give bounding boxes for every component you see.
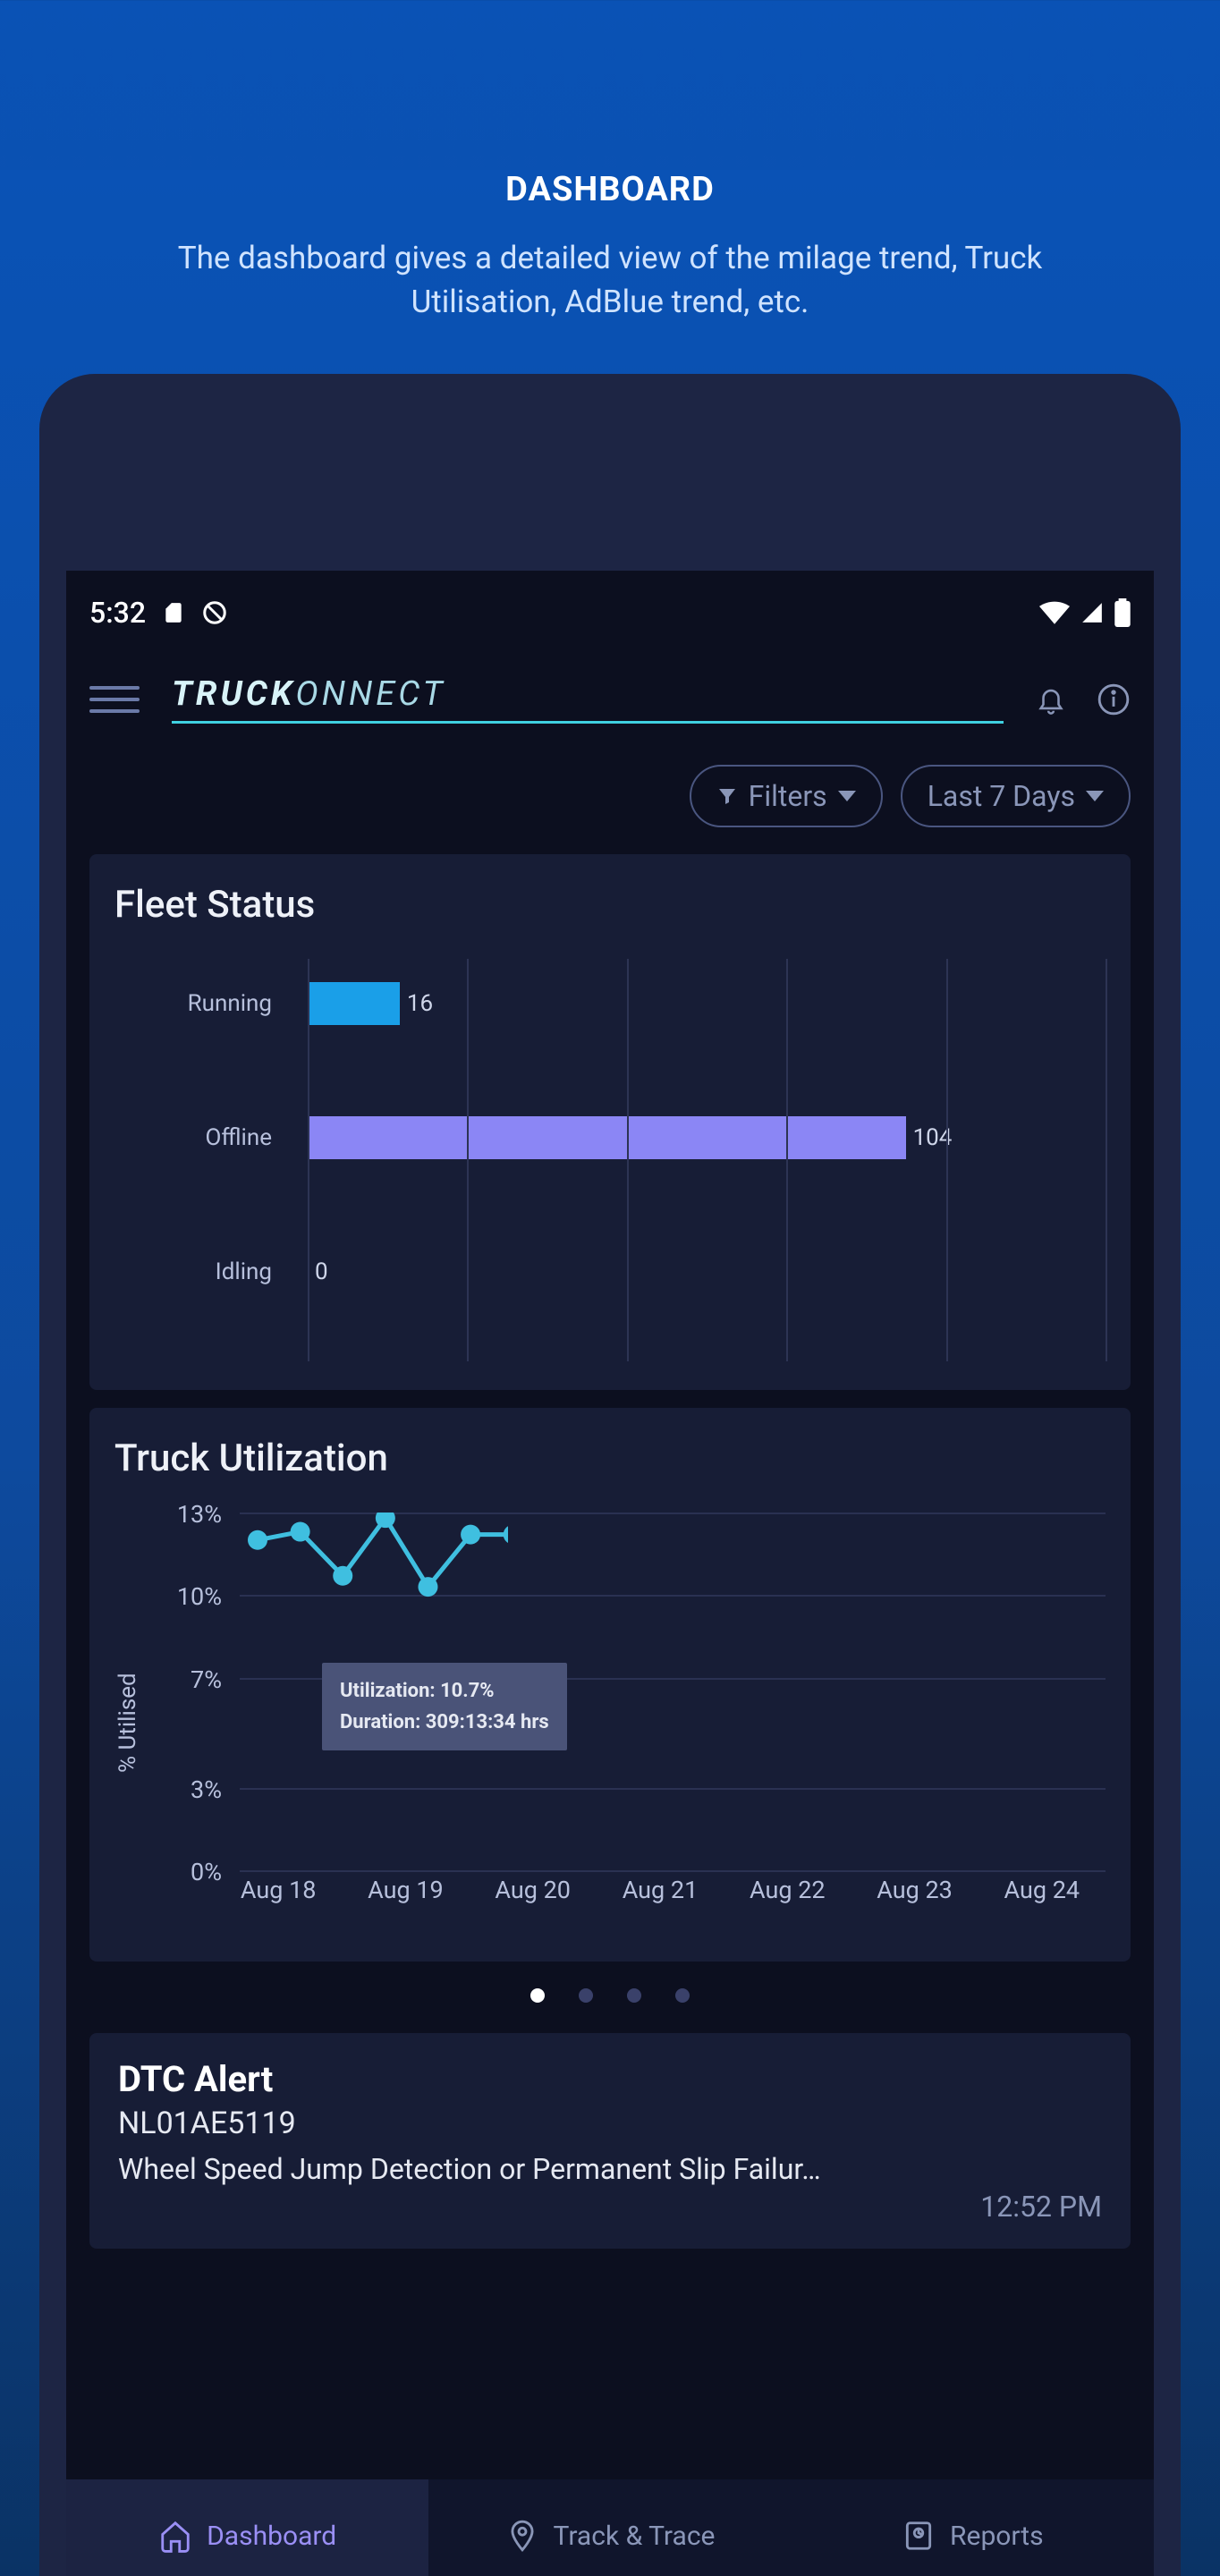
utilization-title: Truck Utilization (114, 1436, 1106, 1480)
marketing-title: DASHBOARD (0, 170, 1220, 209)
nav-reports[interactable]: Reports (792, 2479, 1154, 2576)
data-point[interactable] (461, 1525, 480, 1545)
x-tick: Aug 18 (241, 1876, 317, 1904)
date-range-label: Last 7 Days (928, 779, 1075, 813)
marketing-subtitle: The dashboard gives a detailed view of t… (142, 236, 1078, 324)
tooltip-line2: Duration: 309:13:34 hrs (340, 1707, 549, 1738)
x-tick: Aug 22 (750, 1876, 826, 1904)
chevron-down-icon (1086, 790, 1104, 802)
dtc-alert-card[interactable]: DTC Alert NL01AE5119 Wheel Speed Jump De… (89, 2033, 1131, 2249)
signal-icon (1079, 601, 1106, 624)
pager-dot-2[interactable] (579, 1988, 593, 2003)
pager-dot-4[interactable] (675, 1988, 690, 2003)
filters-button[interactable]: Filters (690, 765, 883, 827)
x-tick: Aug 24 (1004, 1876, 1080, 1904)
alert-vehicle: NL01AE5119 (118, 2106, 1102, 2141)
chart-tooltip: Utilization: 10.7% Duration: 309:13:34 h… (322, 1663, 567, 1750)
x-tick: Aug 23 (877, 1876, 953, 1904)
filters-label: Filters (749, 779, 827, 813)
y-tick: 3% (152, 1775, 234, 1804)
x-tick: Aug 19 (368, 1876, 444, 1904)
fleet-label: Offline (114, 1124, 308, 1151)
app-screen: 5:32 TRUCKONNECT Filters (66, 571, 1154, 2576)
y-tick: 0% (152, 1858, 234, 1886)
sd-card-icon (162, 599, 185, 626)
data-point[interactable] (504, 1525, 508, 1545)
y-axis-label: % Utilised (114, 1513, 141, 1933)
fleet-label: Running (114, 990, 308, 1017)
utilization-chart: 13%10%7%3%0% Utilization: 10.7% Duration… (152, 1513, 1106, 1933)
date-range-button[interactable]: Last 7 Days (901, 765, 1131, 827)
bottom-nav: Dashboard Track & Trace Reports (66, 2479, 1154, 2576)
data-point[interactable] (291, 1522, 310, 1542)
funnel-icon (716, 785, 738, 807)
chevron-down-icon (838, 790, 856, 802)
location-icon (505, 2519, 539, 2553)
report-icon (902, 2519, 936, 2553)
fleet-label: Idling (114, 1258, 308, 1285)
nav-track-trace[interactable]: Track & Trace (428, 2479, 791, 2576)
status-bar: 5:32 (66, 571, 1154, 649)
home-icon (158, 2519, 192, 2553)
fleet-status-card: Fleet Status Running16Offline104Idling0 (89, 854, 1131, 1390)
alert-time: 12:52 PM (118, 2190, 1102, 2224)
bell-icon[interactable] (1036, 682, 1066, 716)
nav-dashboard[interactable]: Dashboard (66, 2479, 428, 2576)
nav-reports-label: Reports (950, 2521, 1044, 2552)
data-point[interactable] (333, 1566, 352, 1586)
nav-track-label: Track & Trace (554, 2521, 716, 2552)
alert-title: DTC Alert (118, 2058, 1102, 2100)
nav-dashboard-label: Dashboard (207, 2521, 336, 2552)
y-tick: 10% (152, 1582, 234, 1611)
y-tick: 7% (152, 1665, 234, 1694)
fleet-chart: Running16Offline104Idling0 (114, 959, 1106, 1361)
logo-part1: TRUCK (172, 674, 295, 714)
status-time: 5:32 (89, 596, 146, 630)
y-tick: 13% (152, 1500, 234, 1529)
alert-description: Wheel Speed Jump Detection or Permanent … (118, 2152, 1102, 2186)
pager-dot-3[interactable] (627, 1988, 641, 2003)
info-icon[interactable] (1097, 682, 1131, 716)
data-point[interactable] (248, 1530, 267, 1550)
wifi-icon (1039, 601, 1070, 624)
fleet-title: Fleet Status (114, 883, 1106, 927)
x-tick: Aug 20 (495, 1876, 571, 1904)
app-header: TRUCKONNECT (66, 649, 1154, 749)
phone-frame: 5:32 TRUCKONNECT Filters (39, 374, 1181, 2576)
do-not-disturb-icon (201, 599, 228, 626)
battery-icon (1114, 598, 1131, 627)
logo-part2: ONNECT (295, 674, 445, 714)
tooltip-line1: Utilization: 10.7% (340, 1675, 549, 1707)
filters-row: Filters Last 7 Days (66, 749, 1154, 854)
pager-dot-1[interactable] (530, 1988, 545, 2003)
utilization-card: Truck Utilization % Utilised 13% 10% 7% 3% 0… (89, 1408, 1131, 1962)
x-tick: Aug 21 (623, 1876, 699, 1904)
menu-button[interactable] (89, 686, 140, 713)
pager (66, 1988, 1154, 2003)
data-point[interactable] (418, 1577, 437, 1597)
logo: TRUCKONNECT (172, 674, 1004, 724)
